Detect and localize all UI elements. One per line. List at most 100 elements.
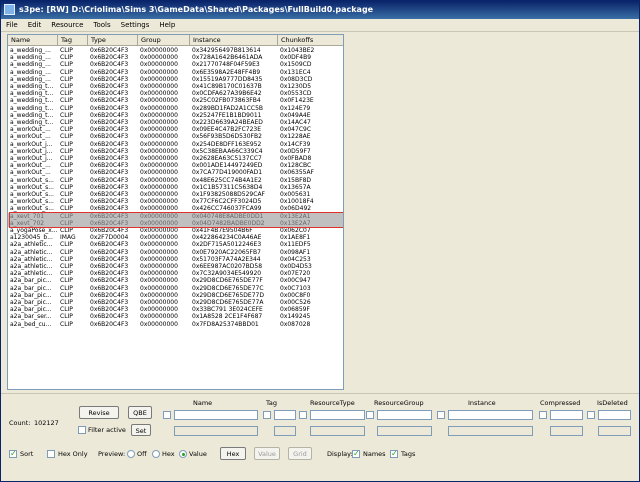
table-row[interactable]: a2a_bar_pic... CLIP 0x6B20C4F3 0x00000000 0x… bbox=[8, 277, 343, 285]
table-cell: 0x00000000 bbox=[140, 126, 178, 134]
menu-resource[interactable]: Resource bbox=[46, 19, 88, 32]
table-row[interactable]: a2a_athletic... CLIP 0x6B20C4F3 0x00000000 0… bbox=[8, 256, 343, 263]
table-row[interactable]: a2a_athletic... CLIP 0x6B20C4F3 0x00000000 0… bbox=[8, 248, 343, 256]
table-cell: IMAG bbox=[60, 234, 76, 242]
table-row[interactable]: a2a_athletic... CLIP 0x6B20C4F3 0x00000000 0… bbox=[8, 263, 343, 270]
qbe-name-value[interactable] bbox=[174, 426, 258, 436]
table-row[interactable]: a_wedding_t... CLIP 0x6B20C4F3 0x00000000 0x… bbox=[8, 105, 343, 112]
table-row[interactable]: a1230045_b... IMAG 0x2F7D0004 0x00000000 0x4… bbox=[8, 234, 343, 242]
table-cell: 0x00000000 bbox=[140, 263, 178, 270]
resource-grid[interactable]: Name Tag Type Group Instance Chunkoffs a… bbox=[7, 34, 344, 390]
table-row[interactable]: a_workOut_j... CLIP 0x6B20C4F3 0x00000000 0x… bbox=[8, 155, 343, 162]
filter-resourcegroup-checkbox[interactable] bbox=[366, 411, 374, 419]
qbe-isdeleted-value[interactable] bbox=[598, 426, 631, 436]
menu-tools[interactable]: Tools bbox=[88, 19, 115, 32]
filter-tag-checkbox[interactable] bbox=[263, 411, 271, 419]
revise-button[interactable]: Revise bbox=[79, 406, 119, 419]
filter-isdeleted-checkbox[interactable] bbox=[587, 411, 595, 419]
filter-resourcetype-checkbox[interactable] bbox=[299, 411, 307, 419]
table-row[interactable]: a2a_bar_pic... CLIP 0x6B20C4F3 0x00000000 0x… bbox=[8, 291, 343, 299]
qbe-tag-value[interactable] bbox=[274, 426, 296, 436]
filter-active-checkbox[interactable] bbox=[78, 426, 86, 434]
table-cell: 0x29D8CD6E765DE77D bbox=[192, 291, 264, 299]
table-row[interactable]: a_wedding_t... CLIP 0x6B20C4F3 0x00000000 0x… bbox=[8, 119, 343, 126]
column-header-instance[interactable]: Instance bbox=[190, 35, 278, 46]
sort-checkbox[interactable] bbox=[9, 449, 17, 458]
table-cell: 0x2DF715A5012246E3 bbox=[192, 241, 262, 249]
table-row[interactable]: a_wedding_t... CLIP 0x6B20C4F3 0x00000000 0x… bbox=[8, 90, 343, 97]
qbe-resourcegroup-value[interactable] bbox=[377, 426, 432, 436]
column-header-name[interactable]: Name bbox=[8, 35, 58, 46]
table-row[interactable]: a2a_bed_cu... CLIP 0x6B20C4F3 0x00000000 0x7… bbox=[8, 321, 343, 328]
table-row[interactable]: a_wedding_t... CLIP 0x6B20C4F3 0x00000000 0x… bbox=[8, 112, 343, 119]
column-header-type[interactable]: Type bbox=[88, 35, 138, 46]
table-cell: CLIP bbox=[60, 277, 73, 285]
table-cell: 0x00000000 bbox=[140, 162, 178, 170]
qbe-instance-value[interactable] bbox=[448, 426, 533, 436]
filter-tag-value[interactable] bbox=[274, 410, 296, 420]
table-row[interactable]: a2a_bar_ser... CLIP 0x6B20C4F3 0x00000000 0x… bbox=[8, 313, 343, 320]
table-cell: a2a_athletic... bbox=[10, 248, 53, 256]
table-row[interactable]: a_wedding_... CLIP 0x6B20C4F3 0x00000000 0x7… bbox=[8, 54, 343, 61]
table-row[interactable]: a2a_bar_pic... CLIP 0x6B20C4F3 0x00000000 0x… bbox=[8, 306, 343, 314]
filter-name-checkbox[interactable] bbox=[163, 411, 171, 419]
table-row[interactable]: a_workOut_s... CLIP 0x6B20C4F3 0x00000000 0x… bbox=[8, 177, 343, 184]
table-row[interactable]: a_wedding_... CLIP 0x6B20C4F3 0x00000000 0x3… bbox=[8, 47, 343, 54]
names-checkbox[interactable] bbox=[352, 449, 360, 458]
table-row[interactable]: a2a_athletic... CLIP 0x6B20C4F3 0x00000000 0… bbox=[8, 241, 343, 249]
table-row[interactable]: a_wedding_... CLIP 0x6B20C4F3 0x00000000 0x2… bbox=[8, 61, 343, 69]
table-row[interactable]: a_workOut_s... CLIP 0x6B20C4F3 0x00000000 0x… bbox=[8, 184, 343, 191]
table-cell: a_workOut_... bbox=[10, 162, 51, 170]
filter-isdeleted-value[interactable] bbox=[598, 410, 631, 420]
table-cell: a_workOut_... bbox=[10, 169, 51, 177]
filter-instance-checkbox[interactable] bbox=[437, 411, 445, 419]
table-cell: 0x00000000 bbox=[140, 291, 178, 299]
table-row[interactable]: a2a_bar_pic... CLIP 0x6B20C4F3 0x00000000 0x… bbox=[8, 299, 343, 306]
table-row[interactable]: a_workOut_... CLIP 0x6B20C4F3 0x00000000 0x0… bbox=[8, 162, 343, 170]
table-row[interactable]: a2a_athletic... CLIP 0x6B20C4F3 0x00000000 0… bbox=[8, 270, 343, 277]
qbe-resourcetype-value[interactable] bbox=[310, 426, 365, 436]
table-cell: 0x10018F4 bbox=[280, 198, 314, 206]
table-row[interactable]: a_workOut_s... CLIP 0x6B20C4F3 0x00000000 0x… bbox=[8, 198, 343, 206]
table-row[interactable]: a_wedding_t... CLIP 0x6B20C4F3 0x00000000 0x… bbox=[8, 83, 343, 90]
column-header-tag[interactable]: Tag bbox=[58, 35, 88, 46]
qbe-button[interactable]: QBE bbox=[128, 406, 152, 419]
table-row[interactable]: a_workOut_s... CLIP 0x6B20C4F3 0x00000000 0x… bbox=[8, 191, 343, 198]
table-cell: a2a_athletic... bbox=[10, 241, 53, 249]
table-row[interactable]: a_workOut_j... CLIP 0x6B20C4F3 0x00000000 0x… bbox=[8, 148, 343, 155]
filter-name-value[interactable] bbox=[174, 410, 258, 420]
table-cell: 0x00000000 bbox=[140, 75, 178, 83]
table-cell: 0x21770748F04F59E3 bbox=[192, 61, 260, 69]
column-header-chunkoffset[interactable]: Chunkoffs bbox=[278, 35, 343, 46]
table-row[interactable]: a2a_bar_pic... CLIP 0x6B20C4F3 0x00000000 0x… bbox=[8, 285, 343, 292]
table-cell: 0x6B20C4F3 bbox=[90, 306, 129, 314]
preview-off-radio[interactable] bbox=[127, 450, 135, 458]
preview-hex-radio[interactable] bbox=[152, 450, 160, 458]
menu-edit[interactable]: Edit bbox=[23, 19, 47, 32]
menu-settings[interactable]: Settings bbox=[116, 19, 155, 32]
set-button[interactable]: Set bbox=[131, 424, 151, 436]
table-row[interactable]: a_workOut_... CLIP 0x6B20C4F3 0x00000000 0x0… bbox=[8, 126, 343, 134]
table-row[interactable]: a_workOut_... CLIP 0x6B20C4F3 0x00000000 0x5… bbox=[8, 133, 343, 140]
hex-only-checkbox[interactable] bbox=[47, 450, 55, 458]
menu-file[interactable]: File bbox=[1, 19, 23, 32]
tags-checkbox[interactable] bbox=[390, 449, 398, 458]
table-row[interactable]: a_wedding_t... CLIP 0x6B20C4F3 0x00000000 0x… bbox=[8, 97, 343, 104]
column-header-group[interactable]: Group bbox=[138, 35, 190, 46]
table-row[interactable]: a_yogaPose_x... CLIP 0x6B20C4F3 0x00000000 0… bbox=[8, 227, 343, 234]
table-row[interactable]: a_workOut_j... CLIP 0x6B20C4F3 0x00000000 0x… bbox=[8, 141, 343, 148]
value-button[interactable]: Value bbox=[254, 447, 280, 460]
table-row[interactable]: a_wedding_... CLIP 0x6B20C4F3 0x00000000 0x1… bbox=[8, 75, 343, 83]
filter-resourcegroup-value[interactable] bbox=[377, 410, 432, 420]
menu-help[interactable]: Help bbox=[154, 19, 180, 32]
filter-instance-value[interactable] bbox=[448, 410, 533, 420]
filter-resourcetype-value[interactable] bbox=[310, 410, 365, 420]
table-row[interactable]: a_wedding_... CLIP 0x6B20C4F3 0x00000000 0x6… bbox=[8, 69, 343, 76]
filter-compressed-checkbox[interactable] bbox=[539, 411, 547, 419]
qbe-compressed-value[interactable] bbox=[550, 426, 583, 436]
table-row[interactable]: a_workOut_... CLIP 0x6B20C4F3 0x00000000 0x7… bbox=[8, 169, 343, 177]
hex-button[interactable]: Hex bbox=[220, 447, 246, 460]
filter-compressed-value[interactable] bbox=[550, 410, 583, 420]
preview-value-radio[interactable] bbox=[179, 450, 187, 458]
grid-button[interactable]: Grid bbox=[288, 447, 312, 460]
